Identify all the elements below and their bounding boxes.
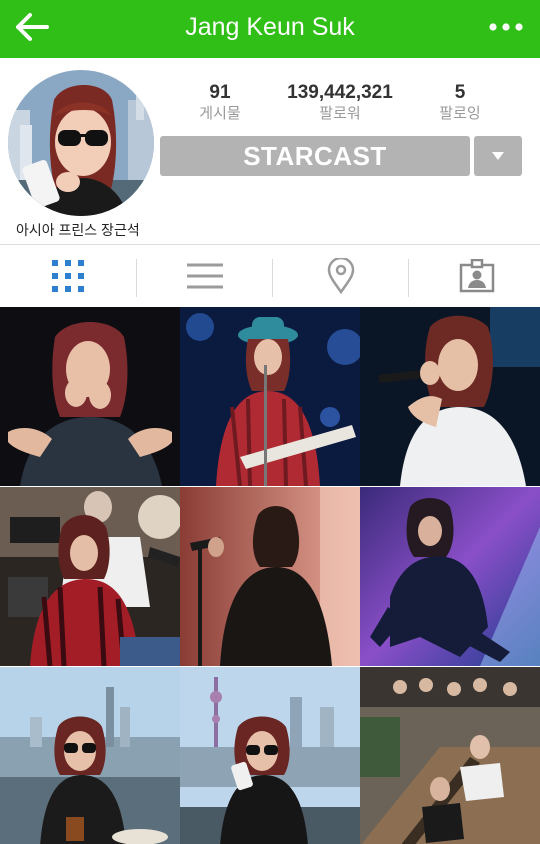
photo-thumbnail[interactable] (360, 487, 540, 666)
photo-thumbnail[interactable] (0, 487, 180, 666)
following-count: 5 (454, 82, 466, 103)
photo-thumbnail[interactable] (180, 487, 360, 666)
following-label: 팔로잉 (439, 105, 481, 122)
tab-list[interactable] (137, 245, 272, 307)
following-stat[interactable]: 5 팔로잉 (420, 82, 500, 124)
posts-stat[interactable]: 91 게시물 (188, 82, 252, 124)
followers-count: 139,442,321 (287, 82, 393, 103)
photo-thumbnail[interactable] (180, 667, 360, 844)
profile-bio: 아시아 프린스 장근석 (16, 222, 140, 238)
profile-section: 아시아 프린스 장근석 91 게시물 139,442,321 팔로워 5 팔로잉… (0, 58, 540, 244)
tab-location[interactable] (273, 245, 408, 307)
starcast-button-label: STARCAST (243, 141, 387, 171)
location-pin-icon (327, 258, 354, 294)
more-dots-icon (489, 23, 523, 31)
caret-down-icon (492, 152, 504, 160)
more-menu-button[interactable] (486, 14, 526, 40)
photo-thumbnail[interactable] (0, 307, 180, 486)
options-dropdown-button[interactable] (474, 136, 522, 176)
page-title: Jang Keun Suk (185, 13, 355, 41)
starcast-button[interactable]: STARCAST (160, 136, 470, 176)
tagged-person-icon (459, 259, 494, 293)
posts-count: 91 (209, 82, 231, 103)
tab-tagged[interactable] (409, 245, 540, 307)
photo-thumbnail[interactable] (360, 667, 540, 844)
followers-stat[interactable]: 139,442,321 팔로워 (270, 82, 410, 124)
photo-thumbnail[interactable] (180, 307, 360, 486)
posts-label: 게시물 (199, 105, 241, 122)
list-icon (186, 263, 223, 289)
avatar[interactable] (8, 70, 154, 216)
view-tabs (0, 245, 540, 307)
photo-grid (0, 307, 540, 844)
grid-icon (51, 260, 84, 292)
followers-label: 팔로워 (319, 105, 361, 122)
tab-grid[interactable] (0, 245, 135, 307)
photo-thumbnail[interactable] (0, 667, 180, 844)
photo-thumbnail[interactable] (360, 307, 540, 486)
app-header: Jang Keun Suk (0, 0, 540, 58)
